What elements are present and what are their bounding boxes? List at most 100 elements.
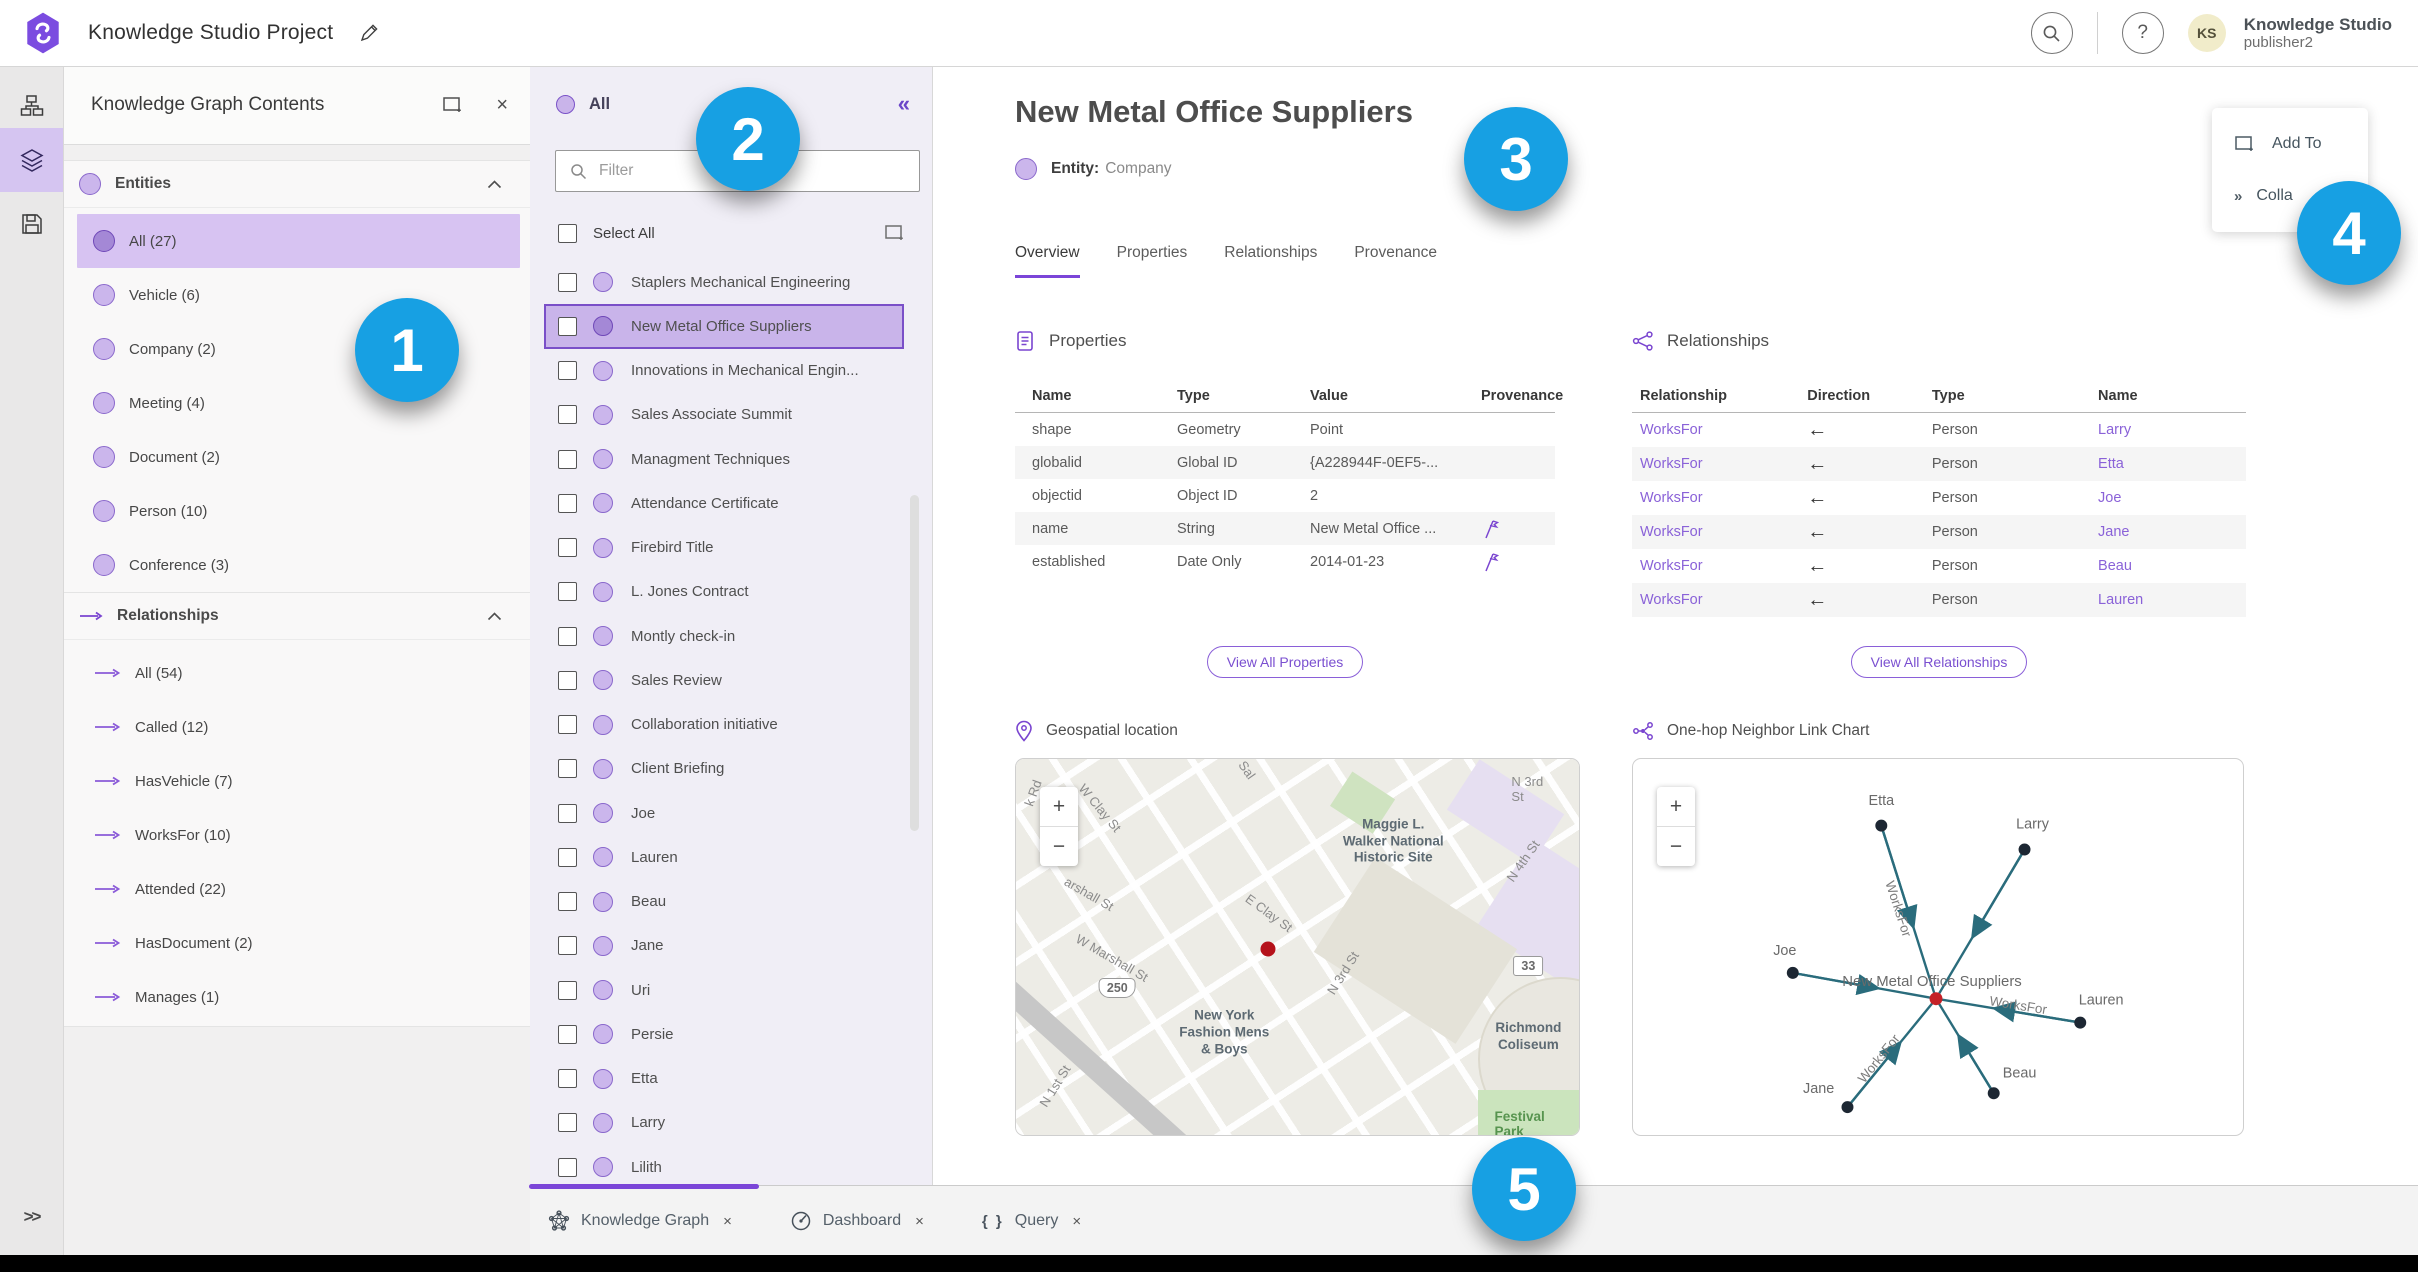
graph-item-row[interactable]: New Metal Office Suppliers bbox=[544, 304, 904, 349]
tab-overview[interactable]: Overview bbox=[1015, 244, 1080, 278]
entity-type-item[interactable]: Document (2) bbox=[77, 430, 520, 484]
relationship-link[interactable]: WorksFor bbox=[1640, 592, 1703, 608]
entity-type-item[interactable]: Vehicle (6) bbox=[77, 268, 520, 322]
person-node[interactable] bbox=[1987, 1087, 2000, 1100]
item-checkbox[interactable] bbox=[558, 582, 577, 602]
entity-type-item[interactable]: Meeting (4) bbox=[77, 376, 520, 430]
close-tab-icon[interactable]: × bbox=[723, 1213, 732, 1230]
add-to-new-window-icon[interactable] bbox=[442, 94, 464, 116]
provenance-flag-icon[interactable] bbox=[1481, 552, 1499, 572]
graph-item-row[interactable]: Sales Review bbox=[544, 658, 904, 702]
user-info[interactable]: Knowledge Studio publisher2 bbox=[2244, 15, 2392, 52]
person-node[interactable] bbox=[1841, 1101, 1854, 1114]
item-checkbox[interactable] bbox=[558, 980, 577, 1000]
view-all-relationships-button[interactable]: View All Relationships bbox=[1850, 646, 2028, 678]
collapse-panel-icon[interactable]: « bbox=[898, 91, 910, 117]
relationship-link[interactable]: WorksFor bbox=[1640, 422, 1703, 438]
graph-item-row[interactable]: Beau bbox=[544, 880, 904, 924]
relationship-type-item[interactable]: HasVehicle (7) bbox=[77, 754, 520, 808]
entity-type-item[interactable]: Person (10) bbox=[77, 484, 520, 538]
graph-item-row[interactable]: Firebird Title bbox=[544, 526, 904, 570]
chevron-up-icon[interactable] bbox=[487, 611, 502, 621]
item-checkbox[interactable] bbox=[558, 1069, 577, 1089]
user-avatar[interactable]: KS bbox=[2187, 14, 2226, 52]
item-checkbox[interactable] bbox=[558, 1024, 577, 1044]
graph-item-row[interactable]: Staplers Mechanical Engineering bbox=[544, 260, 904, 304]
tab-relationships[interactable]: Relationships bbox=[1224, 244, 1317, 278]
item-checkbox[interactable] bbox=[558, 759, 577, 779]
item-checkbox[interactable] bbox=[558, 405, 577, 425]
related-entity-link[interactable]: Larry bbox=[2098, 422, 2131, 438]
item-checkbox[interactable] bbox=[558, 361, 577, 381]
item-checkbox[interactable] bbox=[558, 449, 577, 469]
help-button[interactable]: ? bbox=[2121, 12, 2164, 54]
property-provenance[interactable] bbox=[1481, 512, 1555, 545]
close-panel-icon[interactable]: × bbox=[496, 95, 508, 115]
view-tab-dashboard[interactable]: Dashboard × bbox=[790, 1210, 924, 1232]
graph-item-row[interactable]: Lauren bbox=[544, 835, 904, 879]
graph-item-row[interactable]: Lilith bbox=[544, 1145, 904, 1185]
save-rail-button[interactable] bbox=[0, 192, 63, 256]
provenance-flag-icon[interactable] bbox=[1481, 519, 1499, 539]
item-checkbox[interactable] bbox=[558, 936, 577, 956]
person-node[interactable] bbox=[2018, 843, 2031, 856]
relationship-type-item[interactable]: HasDocument (2) bbox=[77, 916, 520, 970]
zoom-in-button[interactable]: + bbox=[1040, 787, 1078, 826]
entity-type-item[interactable]: All (27) bbox=[77, 214, 520, 268]
relationship-type-item[interactable]: All (54) bbox=[77, 646, 520, 700]
relationship-type-item[interactable]: WorksFor (10) bbox=[77, 808, 520, 862]
zoom-out-button[interactable]: − bbox=[1040, 826, 1078, 866]
item-checkbox[interactable] bbox=[558, 1157, 577, 1177]
graph-item-row[interactable]: Innovations in Mechanical Engin... bbox=[544, 349, 904, 393]
graph-item-row[interactable]: Etta bbox=[544, 1057, 904, 1101]
close-tab-icon[interactable]: × bbox=[1072, 1213, 1081, 1230]
tab-provenance[interactable]: Provenance bbox=[1354, 244, 1437, 278]
graph-item-row[interactable]: Larry bbox=[544, 1101, 904, 1145]
item-checkbox[interactable] bbox=[558, 803, 577, 823]
zoom-out-button[interactable]: − bbox=[1657, 826, 1695, 866]
relationship-type-item[interactable]: Attended (22) bbox=[77, 862, 520, 916]
item-checkbox[interactable] bbox=[558, 1113, 577, 1133]
link-chart-card[interactable]: WorksFor WorksFor WorksFor Etta Larry Joe Laur… bbox=[1632, 758, 2244, 1136]
relationships-section-header[interactable]: Relationships bbox=[63, 593, 530, 640]
relationship-link[interactable]: WorksFor bbox=[1640, 524, 1703, 540]
flyout-item-add-to[interactable]: Add To bbox=[2212, 118, 2368, 170]
graph-item-row[interactable]: Attendance Certificate bbox=[544, 481, 904, 525]
person-node[interactable] bbox=[1875, 819, 1888, 832]
chevron-up-icon[interactable] bbox=[487, 179, 502, 189]
relationship-type-item[interactable]: Called (12) bbox=[77, 700, 520, 754]
item-checkbox[interactable] bbox=[558, 847, 577, 867]
center-entity-node[interactable] bbox=[1929, 992, 1943, 1006]
graph-item-row[interactable]: Sales Associate Summit bbox=[544, 393, 904, 437]
property-provenance[interactable] bbox=[1481, 545, 1555, 578]
item-checkbox[interactable] bbox=[558, 892, 577, 912]
related-entity-link[interactable]: Etta bbox=[2098, 456, 2124, 472]
select-all-checkbox[interactable] bbox=[558, 223, 577, 243]
zoom-in-button[interactable]: + bbox=[1657, 787, 1695, 826]
person-node[interactable] bbox=[2074, 1016, 2087, 1029]
related-entity-link[interactable]: Jane bbox=[2098, 524, 2129, 540]
view-all-properties-button[interactable]: View All Properties bbox=[1206, 646, 1364, 678]
add-to-new-window-icon[interactable] bbox=[884, 222, 906, 244]
graph-item-row[interactable]: Joe bbox=[544, 791, 904, 835]
relationship-type-item[interactable]: Manages (1) bbox=[77, 970, 520, 1024]
item-checkbox[interactable] bbox=[558, 715, 577, 735]
graph-item-row[interactable]: Managment Techniques bbox=[544, 437, 904, 481]
close-tab-icon[interactable]: × bbox=[915, 1213, 924, 1230]
item-checkbox[interactable] bbox=[558, 670, 577, 690]
search-button[interactable] bbox=[2030, 12, 2073, 54]
relationship-link[interactable]: WorksFor bbox=[1640, 490, 1703, 506]
graph-item-row[interactable]: Client Briefing bbox=[544, 747, 904, 791]
layers-rail-button[interactable] bbox=[0, 128, 63, 192]
graph-item-row[interactable]: L. Jones Contract bbox=[544, 570, 904, 614]
expand-rail-icon[interactable]: >> bbox=[0, 1207, 63, 1227]
entity-type-item[interactable]: Conference (3) bbox=[77, 538, 520, 592]
item-checkbox[interactable] bbox=[558, 272, 577, 292]
item-checkbox[interactable] bbox=[558, 626, 577, 646]
graph-item-row[interactable]: Uri bbox=[544, 968, 904, 1012]
map-card[interactable]: k Rd Sal W Clay St E Clay St arshall St W Mar… bbox=[1015, 758, 1580, 1136]
related-entity-link[interactable]: Joe bbox=[2098, 490, 2121, 506]
person-node[interactable] bbox=[1786, 966, 1799, 979]
graph-item-row[interactable]: Montly check-in bbox=[544, 614, 904, 658]
graph-item-row[interactable]: Persie bbox=[544, 1012, 904, 1056]
